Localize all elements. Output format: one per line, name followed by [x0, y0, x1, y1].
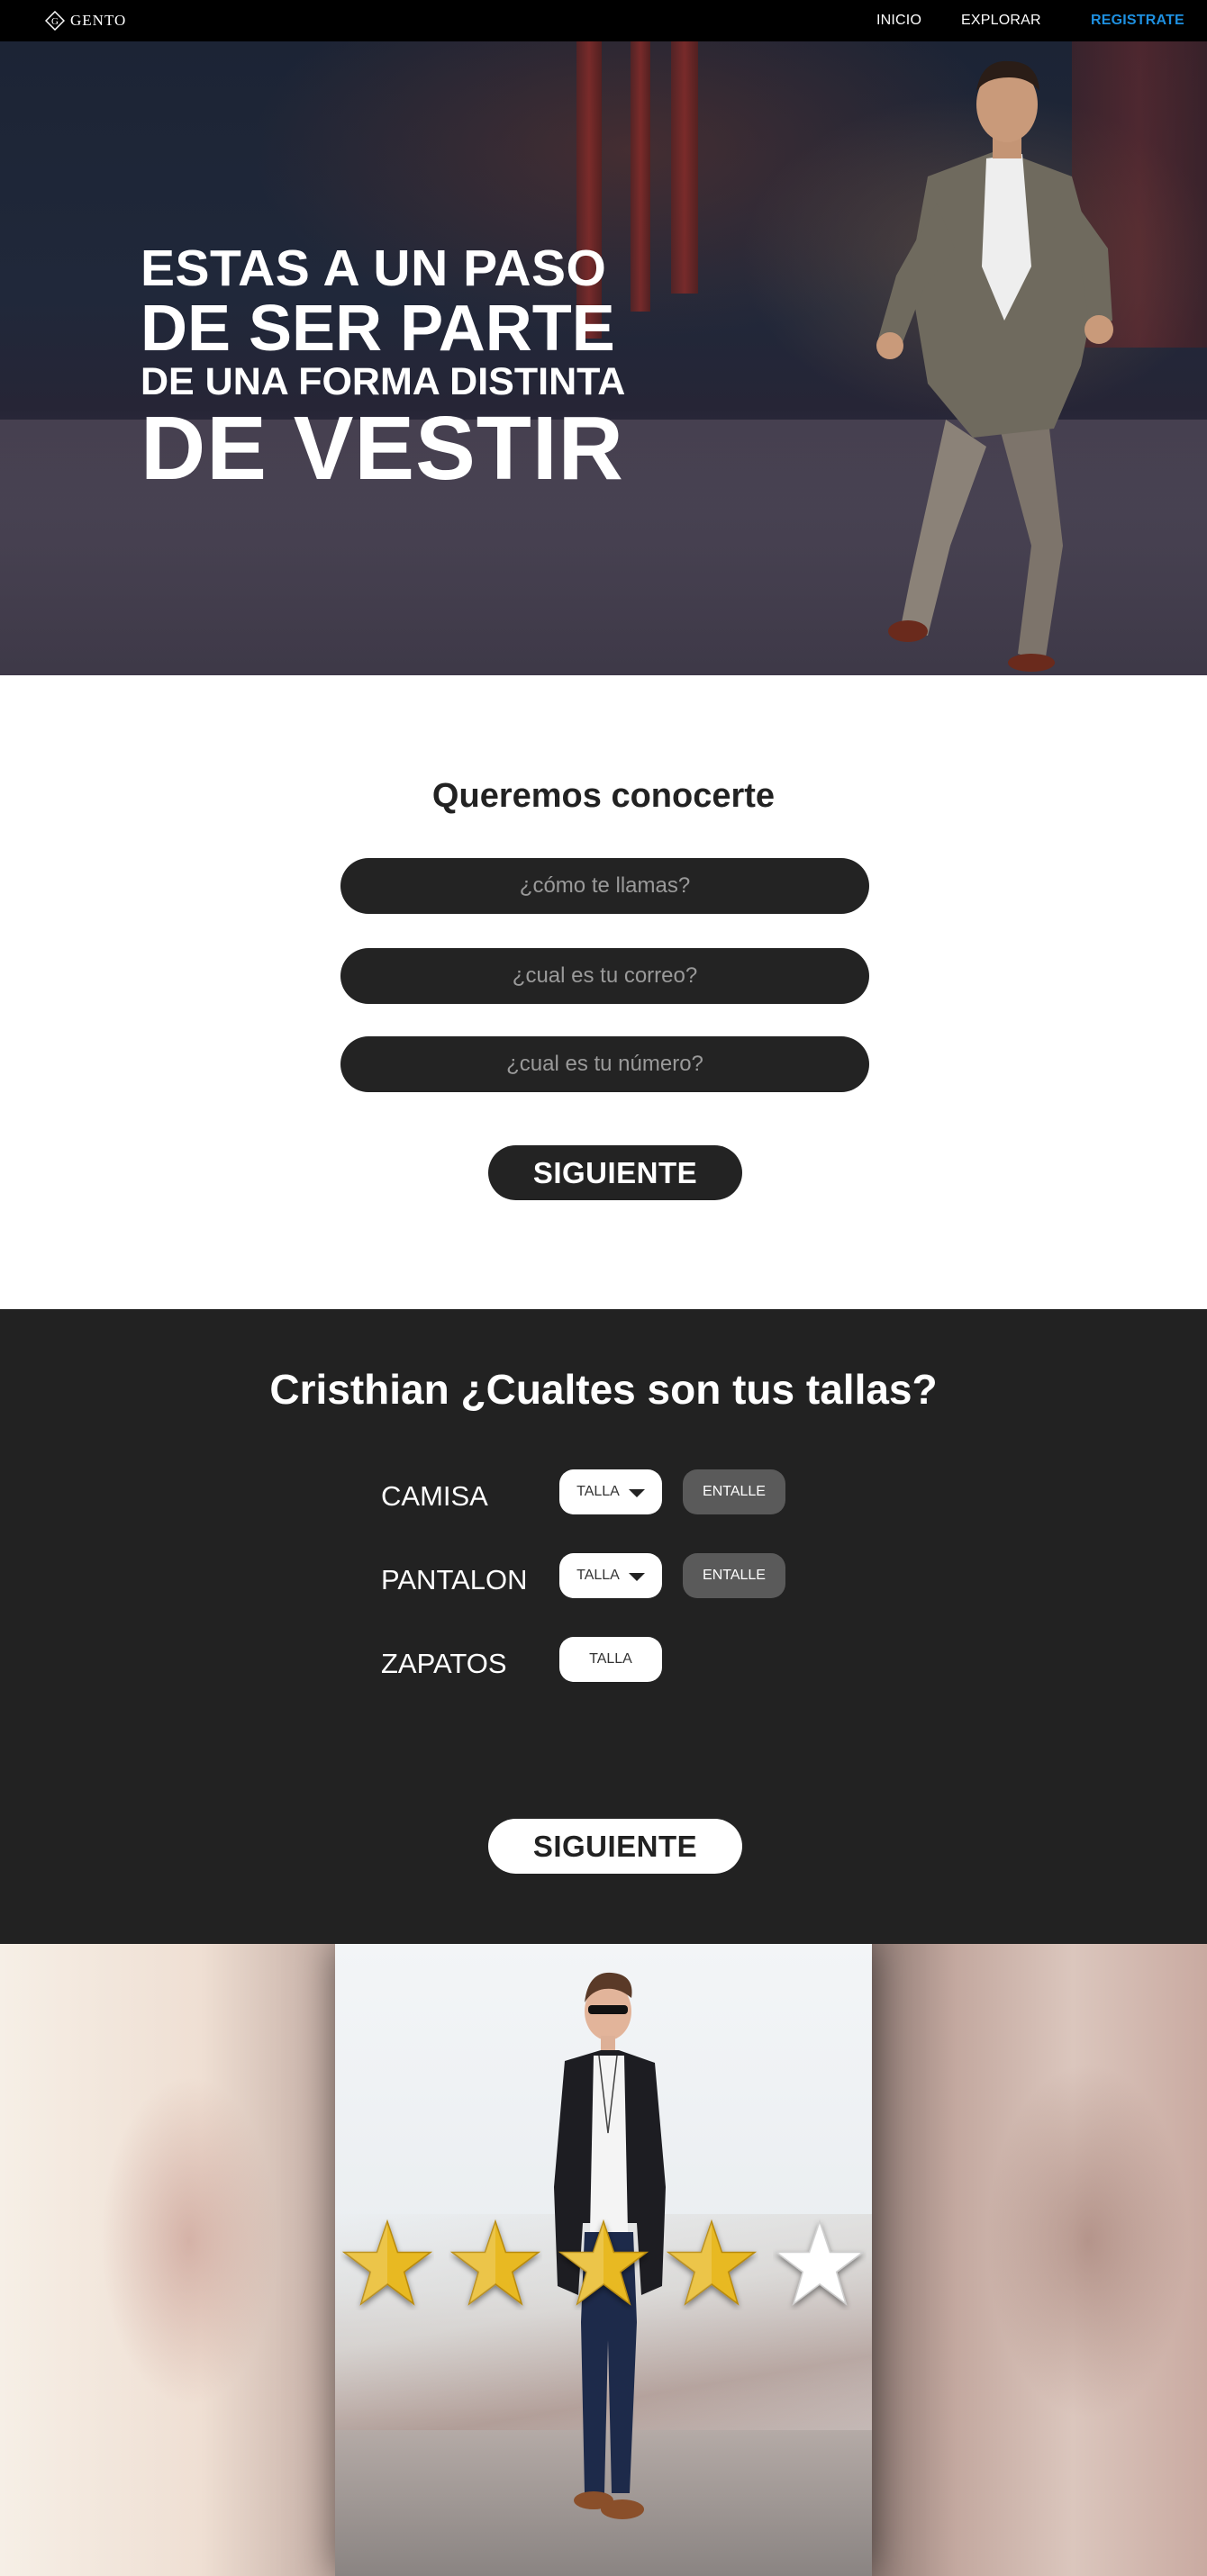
nav-link-inicio[interactable]: INICIO — [876, 13, 921, 29]
caret-down-icon — [628, 1488, 645, 1497]
star-filled-icon[interactable] — [340, 2217, 434, 2310]
logo-text: GENTO — [70, 12, 127, 29]
hero-background-pillar — [671, 41, 698, 294]
star-rating[interactable] — [340, 2214, 867, 2313]
phone-input[interactable] — [340, 1036, 869, 1092]
pantalon-talla-dropdown[interactable]: TALLA — [559, 1553, 662, 1598]
dropdown-label: TALLA — [576, 1484, 620, 1499]
next-button-sizes[interactable]: SIGUIENTE — [488, 1819, 742, 1874]
camisa-talla-dropdown[interactable]: TALLA — [559, 1469, 662, 1514]
star-filled-icon[interactable] — [449, 2217, 542, 2310]
hero-model-image — [876, 60, 1113, 672]
size-label-pantalon: PANTALON — [381, 1564, 528, 1595]
name-input[interactable] — [340, 858, 869, 914]
top-nav: G GENTO INICIO EXPLORAR REGISTRATE — [0, 0, 1207, 41]
hero-headline-line-3: DE UNA FORMA DISTINTA — [141, 360, 626, 403]
field-label: TALLA — [589, 1651, 632, 1667]
dropdown-label: TALLA — [576, 1568, 620, 1583]
hero-banner: ESTAS A UN PASO DE SER PARTE DE UNA FORM… — [0, 41, 1207, 675]
sizes-section: Cristhian ¿Cualtes son tus tallas? CAMIS… — [0, 1309, 1207, 1944]
size-label-camisa: CAMISA — [381, 1480, 488, 1512]
hero-headline-line-4: DE VESTIR — [141, 398, 624, 499]
camisa-entalle-button[interactable]: ENTALLE — [683, 1469, 785, 1514]
nav-link-registrate[interactable]: REGISTRATE — [1091, 13, 1184, 29]
pantalon-entalle-button[interactable]: ENTALLE — [683, 1553, 785, 1598]
caret-down-icon — [628, 1572, 645, 1581]
hero-background-pillar — [631, 41, 650, 312]
hero-headline: ESTAS A UN PASO DE SER PARTE DE UNA FORM… — [141, 240, 626, 499]
rating-section — [0, 1944, 1207, 2576]
star-filled-icon[interactable] — [665, 2217, 758, 2310]
logo[interactable]: G GENTO — [45, 8, 126, 33]
contact-form-section: Queremos conocerte SIGUIENTE — [0, 675, 1207, 1309]
hero-headline-line-1: ESTAS A UN PASO — [141, 240, 607, 297]
hero-headline-line-2: DE SER PARTE — [141, 293, 615, 365]
nav-link-explorar[interactable]: EXPLORAR — [961, 13, 1041, 29]
zapatos-talla-field[interactable]: TALLA — [559, 1637, 662, 1682]
email-input[interactable] — [340, 948, 869, 1004]
sizes-title: Cristhian ¿Cualtes son tus tallas? — [269, 1366, 938, 1413]
diamond-logo-icon: G — [45, 11, 65, 31]
blurred-side-image-left — [0, 1944, 335, 2576]
next-button-form[interactable]: SIGUIENTE — [488, 1145, 742, 1200]
form-title: Queremos conocerte — [431, 777, 776, 815]
logo-letter: G — [51, 16, 59, 27]
star-empty-icon[interactable] — [773, 2217, 867, 2310]
size-label-zapatos: ZAPATOS — [381, 1648, 507, 1679]
star-filled-icon[interactable] — [557, 2217, 650, 2310]
blurred-side-image-right — [872, 1944, 1207, 2576]
